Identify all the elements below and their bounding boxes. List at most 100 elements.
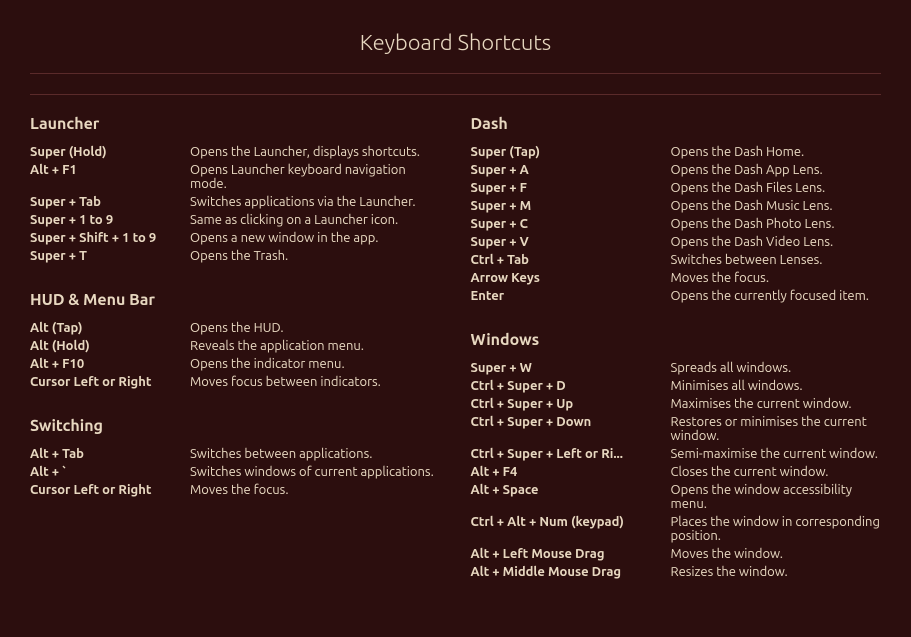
shortcut-key: Super + C (471, 217, 671, 231)
shortcut-desc: Closes the current window. (671, 465, 829, 479)
shortcut-row: Cursor Left or RightMoves the focus. (30, 483, 441, 497)
shortcut-key: Alt + Left Mouse Drag (471, 547, 671, 561)
page-container: Keyboard Shortcuts Launcher Super (Hold)… (0, 0, 911, 637)
shortcut-key: Alt (Hold) (30, 339, 190, 353)
shortcut-desc: Opens the Dash Files Lens. (671, 181, 826, 195)
hud-title: HUD & Menu Bar (30, 291, 441, 309)
dash-section: Dash Super (Tap)Opens the Dash Home.Supe… (471, 115, 882, 303)
shortcut-desc: Same as clicking on a Launcher icon. (190, 213, 398, 227)
shortcut-desc: Resizes the window. (671, 565, 788, 579)
shortcut-key: Alt + F4 (471, 465, 671, 479)
shortcut-desc: Opens the Launcher, displays shortcuts. (190, 145, 420, 159)
shortcut-row: Ctrl + Super + DMinimises all windows. (471, 379, 882, 393)
shortcut-key: Super + T (30, 249, 190, 263)
shortcut-key: Super + Shift + 1 to 9 (30, 231, 190, 245)
switching-section: Switching Alt + TabSwitches between appl… (30, 417, 441, 497)
shortcut-key: Super + V (471, 235, 671, 249)
shortcut-key: Super (Hold) (30, 145, 190, 159)
shortcut-desc: Semi-maximise the current window. (671, 447, 878, 461)
shortcut-desc: Opens the Dash Photo Lens. (671, 217, 835, 231)
left-column: Launcher Super (Hold)Opens the Launcher,… (30, 115, 441, 607)
shortcut-desc: Restores or minimises the current window… (671, 415, 882, 443)
shortcut-row: Super + COpens the Dash Photo Lens. (471, 217, 882, 231)
shortcut-desc: Opens the HUD. (190, 321, 284, 335)
shortcut-row: Super + WSpreads all windows. (471, 361, 882, 375)
shortcut-key: Alt + F10 (30, 357, 190, 371)
shortcut-row: Ctrl + Super + Left or Ri...Semi-maximis… (471, 447, 882, 461)
shortcut-row: Alt + `Switches windows of current appli… (30, 465, 441, 479)
shortcut-desc: Opens the Dash Home. (671, 145, 805, 159)
shortcut-row: Super + 1 to 9Same as clicking on a Laun… (30, 213, 441, 227)
shortcut-row: Ctrl + TabSwitches between Lenses. (471, 253, 882, 267)
shortcut-key: Alt + Space (471, 483, 671, 497)
shortcut-key: Ctrl + Super + Down (471, 415, 671, 429)
switching-title: Switching (30, 417, 441, 435)
shortcut-key: Alt + F1 (30, 163, 190, 177)
shortcut-desc: Opens the Dash Music Lens. (671, 199, 833, 213)
shortcut-desc: Moves the window. (671, 547, 784, 561)
shortcut-desc: Reveals the application menu. (190, 339, 364, 353)
shortcut-key: Ctrl + Super + Left or Ri... (471, 447, 671, 461)
shortcut-key: Super + W (471, 361, 671, 375)
page-title: Keyboard Shortcuts (30, 20, 881, 74)
shortcut-row: Alt + Middle Mouse DragResizes the windo… (471, 565, 882, 579)
shortcut-desc: Switches windows of current applications… (190, 465, 434, 479)
hud-shortcuts: Alt (Tap)Opens the HUD.Alt (Hold)Reveals… (30, 321, 441, 389)
shortcut-key: Ctrl + Super + Up (471, 397, 671, 411)
shortcut-key: Ctrl + Super + D (471, 379, 671, 393)
shortcut-desc: Minimises all windows. (671, 379, 803, 393)
shortcut-row: Super + AOpens the Dash App Lens. (471, 163, 882, 177)
shortcut-row: Super + Shift + 1 to 9Opens a new window… (30, 231, 441, 245)
shortcut-key: Cursor Left or Right (30, 483, 190, 497)
launcher-section: Launcher Super (Hold)Opens the Launcher,… (30, 115, 441, 263)
shortcut-row: EnterOpens the currently focused item. (471, 289, 882, 303)
shortcut-row: Alt + F10Opens the indicator menu. (30, 357, 441, 371)
windows-shortcuts: Super + WSpreads all windows.Ctrl + Supe… (471, 361, 882, 579)
shortcut-row: Ctrl + Super + DownRestores or minimises… (471, 415, 882, 443)
shortcut-row: Alt (Tap)Opens the HUD. (30, 321, 441, 335)
right-column: Dash Super (Tap)Opens the Dash Home.Supe… (471, 115, 882, 607)
shortcut-key: Cursor Left or Right (30, 375, 190, 389)
shortcut-key: Ctrl + Tab (471, 253, 671, 267)
shortcut-key: Ctrl + Alt + Num (keypad) (471, 515, 671, 529)
shortcut-desc: Opens Launcher keyboard navigation mode. (190, 163, 441, 191)
shortcut-key: Super + Tab (30, 195, 190, 209)
title-divider (30, 94, 881, 95)
shortcut-desc: Switches between Lenses. (671, 253, 823, 267)
shortcut-key: Arrow Keys (471, 271, 671, 285)
shortcut-row: Ctrl + Super + UpMaximises the current w… (471, 397, 882, 411)
shortcut-desc: Spreads all windows. (671, 361, 792, 375)
columns-layout: Launcher Super (Hold)Opens the Launcher,… (30, 115, 881, 607)
shortcut-key: Alt + Tab (30, 447, 190, 461)
shortcut-desc: Opens a new window in the app. (190, 231, 378, 245)
shortcut-key: Enter (471, 289, 671, 303)
shortcut-desc: Moves the focus. (190, 483, 289, 497)
shortcut-row: Ctrl + Alt + Num (keypad)Places the wind… (471, 515, 882, 543)
shortcut-row: Alt + F1Opens Launcher keyboard navigati… (30, 163, 441, 191)
shortcut-desc: Opens the window accessibility menu. (671, 483, 882, 511)
shortcut-key: Super + 1 to 9 (30, 213, 190, 227)
shortcut-desc: Opens the Dash App Lens. (671, 163, 823, 177)
shortcut-row: Alt + Left Mouse DragMoves the window. (471, 547, 882, 561)
shortcut-row: Super (Hold)Opens the Launcher, displays… (30, 145, 441, 159)
hud-section: HUD & Menu Bar Alt (Tap)Opens the HUD.Al… (30, 291, 441, 389)
shortcut-key: Super + M (471, 199, 671, 213)
shortcut-row: Super + TOpens the Trash. (30, 249, 441, 263)
launcher-shortcuts: Super (Hold)Opens the Launcher, displays… (30, 145, 441, 263)
shortcut-desc: Opens the currently focused item. (671, 289, 870, 303)
shortcut-row: Alt (Hold)Reveals the application menu. (30, 339, 441, 353)
launcher-title: Launcher (30, 115, 441, 133)
dash-shortcuts: Super (Tap)Opens the Dash Home.Super + A… (471, 145, 882, 303)
shortcut-key: Alt + Middle Mouse Drag (471, 565, 671, 579)
shortcut-key: Alt (Tap) (30, 321, 190, 335)
shortcut-desc: Opens the indicator menu. (190, 357, 345, 371)
windows-section: Windows Super + WSpreads all windows.Ctr… (471, 331, 882, 579)
shortcut-desc: Moves the focus. (671, 271, 770, 285)
shortcut-desc: Maximises the current window. (671, 397, 852, 411)
shortcut-row: Alt + F4Closes the current window. (471, 465, 882, 479)
switching-shortcuts: Alt + TabSwitches between applications.A… (30, 447, 441, 497)
shortcut-row: Arrow KeysMoves the focus. (471, 271, 882, 285)
shortcut-row: Alt + TabSwitches between applications. (30, 447, 441, 461)
shortcut-key: Alt + ` (30, 465, 190, 479)
shortcut-desc: Places the window in corresponding posit… (671, 515, 882, 543)
